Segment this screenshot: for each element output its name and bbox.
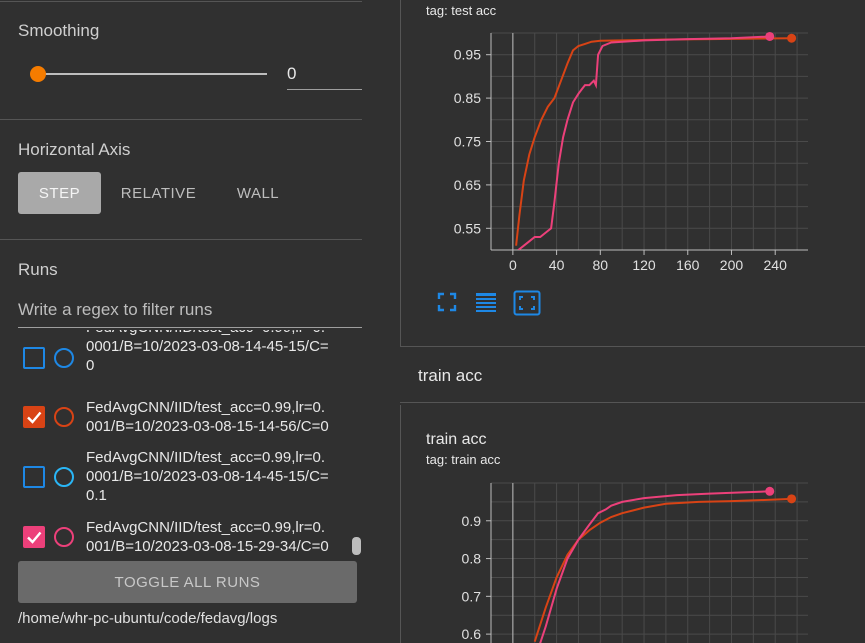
toggle-all-runs-button[interactable]: TOGGLE ALL RUNS — [18, 561, 357, 603]
train-acc-chart[interactable]: 0.6 0.7 0.8 0.9 — [401, 405, 865, 643]
run-item[interactable]: FedAvgCNN/IID/test_acc=0.99,lr=0. 0001/B… — [0, 448, 362, 508]
series-end-point — [765, 31, 775, 41]
x-tick-label: 40 — [549, 257, 565, 273]
run-label: FedAvgCNN/IID/test_acc=0.99,lr=0. 001/B=… — [86, 399, 329, 435]
series-end-point — [765, 486, 775, 496]
check-icon — [23, 406, 45, 428]
y-tick-label: 0.8 — [462, 551, 482, 567]
data-table-icon[interactable] — [474, 290, 498, 314]
axis-relative-button[interactable]: RELATIVE — [112, 172, 205, 214]
x-tick-label: 0 — [509, 257, 517, 273]
run-item[interactable]: FedAvgCNN/IID/test_acc=0.99,lr=0. 001/B=… — [0, 518, 362, 556]
run-color-circle[interactable] — [54, 348, 74, 368]
series-line — [539, 490, 770, 643]
series-end-point — [787, 494, 797, 504]
sidebar: Smoothing 0 Horizontal Axis STEP RELATIV… — [0, 0, 362, 643]
y-tick-label: 0.65 — [454, 177, 481, 193]
divider — [0, 119, 362, 120]
run-color-circle[interactable] — [54, 527, 74, 547]
run-label: FedAvgCNN/IID/test_acc=0.99,lr=0. 0001/B… — [86, 449, 329, 504]
check-icon — [23, 526, 45, 548]
runs-title: Runs — [18, 260, 58, 279]
series-end-point — [787, 33, 797, 43]
test-acc-chart[interactable]: 0 40 80 120 160 200 240 0.55 0.65 0.75 0.85 0.95 — [401, 0, 865, 285]
smoothing-slider-track[interactable] — [38, 73, 267, 75]
main-panel: tag: test acc 0 40 80 120 160 200 240 0.55 0.65 0… — [400, 0, 865, 643]
x-tick-label: 200 — [720, 257, 744, 273]
fit-domain-icon[interactable] — [435, 290, 459, 314]
smoothing-slider-thumb[interactable] — [30, 66, 46, 82]
divider — [0, 239, 362, 240]
chart-card-test-acc: tag: test acc 0 40 80 120 160 200 240 0.55 0.65 0… — [400, 0, 865, 347]
run-color-circle[interactable] — [54, 467, 74, 487]
y-tick-label: 0.6 — [462, 626, 482, 642]
group-header-train-acc[interactable]: train acc — [400, 348, 865, 403]
fullscreen-icon[interactable] — [513, 290, 541, 316]
group-header-title: train acc — [418, 366, 483, 385]
runs-filter-input[interactable]: Write a regex to filter runs — [18, 296, 362, 328]
y-tick-label: 0.95 — [454, 47, 481, 63]
run-checkbox[interactable] — [23, 406, 45, 428]
y-tick-label: 0.9 — [462, 513, 482, 529]
y-tick-label: 0.85 — [454, 90, 481, 106]
run-item[interactable]: FedAvgCNN/IID/test_acc=0.99,lr=0. 0001/B… — [0, 330, 362, 378]
run-checkbox[interactable] — [23, 347, 45, 369]
runs-list: FedAvgCNN/IID/test_acc=0.99,lr=0. 0001/B… — [0, 330, 362, 556]
y-tick-label: 0.7 — [462, 588, 482, 604]
axis-wall-button[interactable]: WALL — [222, 172, 294, 214]
y-tick-label: 0.55 — [454, 220, 481, 236]
divider — [0, 1, 362, 2]
run-color-circle[interactable] — [54, 407, 74, 427]
run-label: FedAvgCNN/IID/test_acc=0.99,lr=0. 0001/B… — [86, 330, 329, 374]
x-tick-label: 160 — [676, 257, 700, 273]
log-directory: /home/whr-pc-ubuntu/code/fedavg/logs — [18, 610, 278, 627]
smoothing-value-input[interactable]: 0 — [287, 62, 362, 90]
smoothing-title: Smoothing — [18, 21, 100, 40]
axis-step-button[interactable]: STEP — [18, 172, 101, 214]
runs-scrollbar[interactable] — [352, 537, 361, 555]
y-tick-label: 0.75 — [454, 134, 481, 150]
chart-card-train-acc: train acc tag: train acc 0.6 0.7 0.8 0.9 — [400, 405, 865, 643]
run-label: FedAvgCNN/IID/test_acc=0.99,lr=0. 001/B=… — [86, 519, 329, 555]
x-tick-label: 80 — [593, 257, 609, 273]
run-checkbox[interactable] — [23, 526, 45, 548]
x-tick-label: 240 — [764, 257, 788, 273]
x-tick-label: 120 — [632, 257, 656, 273]
horizontal-axis-title: Horizontal Axis — [18, 140, 131, 159]
run-checkbox[interactable] — [23, 466, 45, 488]
